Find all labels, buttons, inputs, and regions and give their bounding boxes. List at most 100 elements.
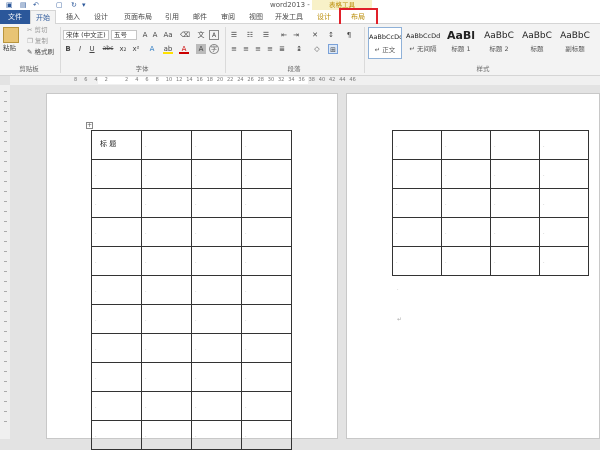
copy-button[interactable]: ❐ 复制 [27,37,48,46]
bold-button[interactable]: B [63,44,73,54]
strikethrough-button[interactable]: abc [101,44,115,54]
table-cell[interactable]: . [490,246,540,276]
decrease-indent-icon[interactable]: ⇤ [279,30,289,40]
table-cell[interactable]: . [191,159,242,189]
table-cell[interactable]: . [241,217,292,247]
table-cell[interactable]: . [141,275,192,305]
show-marks-icon[interactable]: ¶ [344,30,354,40]
table-cell[interactable]: . [91,391,142,421]
table-cell[interactable]: . [241,304,292,334]
table-cell[interactable]: . [191,391,242,421]
table-cell[interactable]: . [392,130,442,160]
horizontal-ruler[interactable]: 8 6 4 2 2 4 6 8 10 12 14 16 18 20 22 24 26 28 30 32 34 36 38 40… [10,76,600,85]
chinese-layout-icon[interactable]: ✕ [310,30,320,40]
underline-button[interactable]: U [87,44,97,54]
table-cell[interactable]: . [91,188,142,218]
tab-file[interactable]: 文件 [0,10,30,24]
font-color-icon[interactable]: A [179,44,189,54]
shrink-font-icon[interactable]: A [150,30,160,40]
highlight-color-icon[interactable]: ab [163,44,173,54]
table-cell[interactable]: . [141,246,192,276]
change-case-icon[interactable]: Aa [163,30,173,40]
align-left-icon[interactable]: ≡ [229,44,239,54]
table-cell[interactable]: . [539,188,589,218]
table-cell[interactable]: . [91,420,142,450]
cut-button[interactable]: ✂ 剪切 [27,26,48,35]
tab-home[interactable]: 开始 [30,10,56,24]
table-cell[interactable]: . [241,188,292,218]
table-cell[interactable]: . [141,420,192,450]
text-effects-icon[interactable]: A [147,44,157,54]
table-cell[interactable]: . [490,217,540,247]
table-cell[interactable]: . [141,333,192,363]
table-cell[interactable]: . [241,420,292,450]
table-cell[interactable]: . [241,333,292,363]
justify-icon[interactable]: ≡ [265,44,275,54]
table-cell[interactable]: . [392,217,442,247]
table-cell[interactable]: . [191,246,242,276]
line-spacing-icon[interactable]: ↨ [294,44,304,54]
tab-design[interactable]: 设计 [88,10,114,24]
table-cell[interactable]: . [441,217,491,247]
tab-review[interactable]: 审阅 [216,10,240,24]
table-cell[interactable]: . [141,304,192,334]
vertical-ruler[interactable] [0,85,10,439]
borders-icon[interactable]: ⊞ [328,44,338,54]
table-cell[interactable]: . [191,362,242,392]
style-heading-1[interactable]: AaBl 标题 1 [444,27,478,59]
distributed-icon[interactable]: ≣ [277,44,287,54]
enclose-char-icon[interactable]: 字 [209,44,219,54]
table-cell[interactable]: . [241,159,292,189]
numbering-icon[interactable]: ☷ [245,30,255,40]
table-move-handle-icon[interactable]: + [86,122,93,129]
table-cell[interactable]: . [539,217,589,247]
bullets-icon[interactable]: ☰ [229,30,239,40]
tab-view[interactable]: 视图 [244,10,268,24]
table-cell[interactable]: . [490,159,540,189]
style-subtitle[interactable]: AaBbC 副标题 [558,27,592,59]
table-cell[interactable]: . [141,130,192,160]
tab-insert[interactable]: 插入 [60,10,86,24]
table-cell[interactable]: . [141,188,192,218]
table-cell[interactable]: . [91,159,142,189]
italic-button[interactable]: I [75,44,85,54]
phonetic-guide-icon[interactable]: 文 [196,30,206,40]
table-cell[interactable]: . [91,275,142,305]
table-cell[interactable]: . [91,304,142,334]
superscript-button[interactable]: x² [131,44,141,54]
format-painter-button[interactable]: ✎ 格式刷 [27,48,54,57]
style-title[interactable]: AaBbC 标题 [520,27,554,59]
clear-format-icon[interactable]: ⌫ [180,30,190,40]
table-cell[interactable]: . [91,217,142,247]
sort-icon[interactable]: ↕ [326,30,336,40]
table-cell[interactable]: . [241,130,292,160]
table-cell[interactable]: . [392,188,442,218]
document-table-1[interactable]: 标 题.....................................… [91,130,292,450]
tab-mailings[interactable]: 邮件 [188,10,212,24]
table-cell[interactable]: . [539,246,589,276]
table-cell[interactable]: . [539,159,589,189]
document-page-2[interactable]: .................... . ↵ [346,93,600,439]
tab-developer[interactable]: 开发工具 [272,10,306,24]
table-cell[interactable]: . [191,275,242,305]
table-cell[interactable]: . [91,333,142,363]
document-page-1[interactable]: + 标 题...................................… [46,93,338,450]
style-no-spacing[interactable]: AaBbCcDd ↵ 无间隔 [406,27,440,59]
style-heading-2[interactable]: AaBbC 标题 2 [482,27,516,59]
table-cell[interactable]: . [490,130,540,160]
font-name-select[interactable]: 宋体 (中文正) [63,30,109,40]
tab-references[interactable]: 引用 [160,10,184,24]
table-cell[interactable]: . [191,188,242,218]
table-cell[interactable]: . [191,217,242,247]
table-cell[interactable]: . [241,275,292,305]
grow-font-icon[interactable]: A [140,30,150,40]
table-cell[interactable]: . [191,420,242,450]
char-border-icon[interactable]: A [209,30,219,40]
table-cell[interactable]: . [441,246,491,276]
table-cell[interactable]: . [141,362,192,392]
table-cell[interactable]: . [241,246,292,276]
subscript-button[interactable]: x₂ [118,44,128,54]
table-cell[interactable]: . [441,130,491,160]
paste-button[interactable]: 粘贴 [3,44,16,53]
table-cell[interactable]: . [392,246,442,276]
